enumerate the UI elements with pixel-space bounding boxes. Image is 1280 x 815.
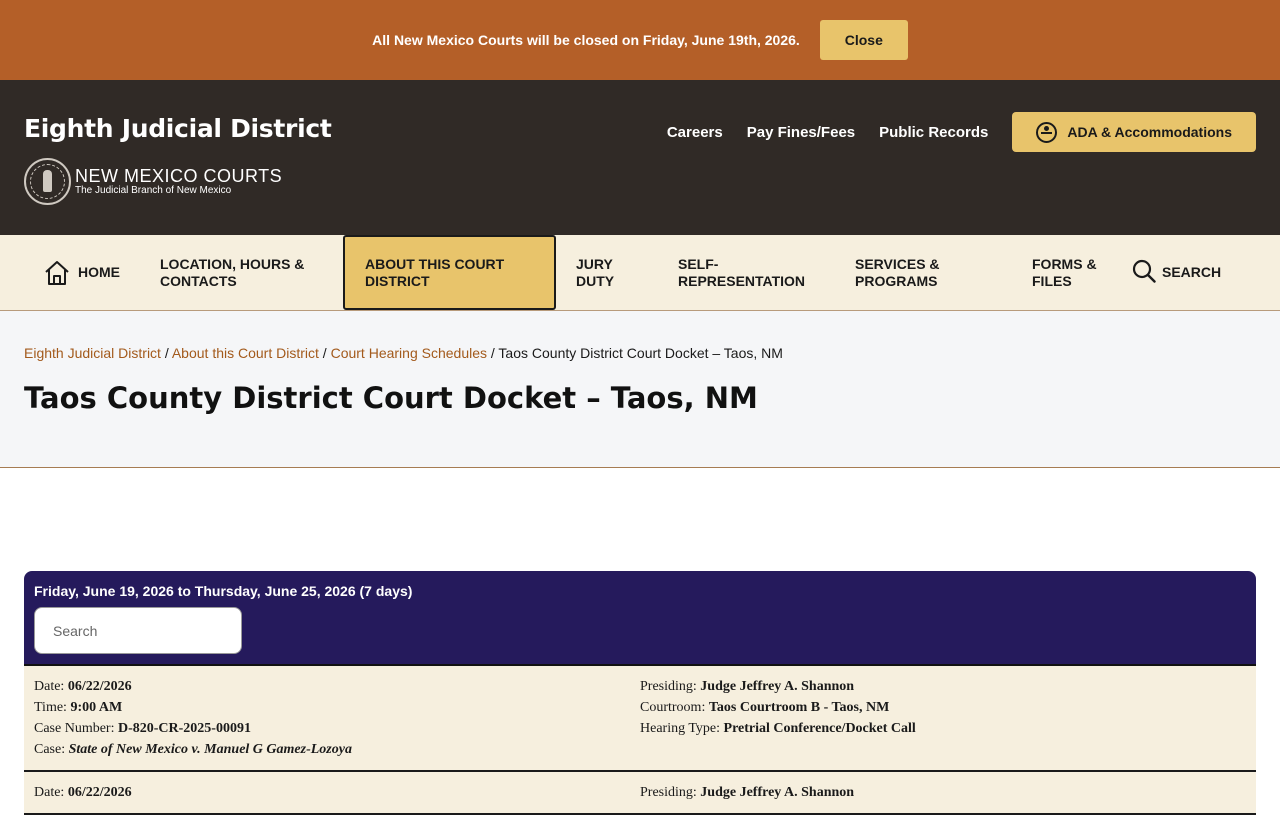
- breadcrumb-link-schedules[interactable]: Court Hearing Schedules: [331, 345, 487, 361]
- breadcrumb-separator: /: [322, 345, 331, 361]
- entry-presiding-judge: Judge Jeffrey A. Shannon: [700, 785, 855, 800]
- ada-accommodations-button[interactable]: ADA & Accommodations: [1012, 112, 1256, 152]
- entry-right-column: Presiding: Judge Jeffrey A. Shannon Cour…: [640, 676, 1246, 760]
- main-nav: HOME LOCATION, HOURS & CONTACTS ABOUT TH…: [0, 235, 1280, 311]
- entry-date: 06/22/2026: [67, 679, 132, 694]
- presiding-label: Presiding:: [640, 679, 697, 694]
- court-seal-icon: [24, 158, 71, 205]
- entry-time: 9:00 AM: [70, 700, 123, 715]
- brand-subtitle: The Judicial Branch of New Mexico: [75, 184, 232, 196]
- breadcrumb: Eighth Judicial District / About this Co…: [24, 345, 1256, 361]
- nav-services-programs[interactable]: SERVICES & PROGRAMS: [835, 235, 1012, 310]
- page-header: Eighth Judicial District / About this Co…: [0, 311, 1280, 468]
- nav-forms-files[interactable]: FORMS & FILES: [1012, 235, 1124, 310]
- case-number-label: Case Number:: [34, 721, 115, 736]
- site-header: Eighth Judicial District NEW MEXICO COUR…: [0, 80, 1280, 235]
- alert-close-button[interactable]: Close: [819, 20, 908, 60]
- site-title[interactable]: Eighth Judicial District: [24, 114, 332, 143]
- careers-link[interactable]: Careers: [667, 124, 723, 141]
- docket-entry: Date: 06/22/2026 Presiding: Judge Jeffre…: [24, 772, 1256, 815]
- date-label: Date:: [34, 679, 65, 694]
- nav-search-label: SEARCH: [1162, 264, 1222, 280]
- nm-courts-logo[interactable]: NEW MEXICO COURTS The Judicial Branch of…: [24, 158, 282, 205]
- entry-case-number: D-820-CR-2025-00091: [117, 721, 251, 736]
- presiding-label: Presiding:: [640, 785, 697, 800]
- nav-jury-duty[interactable]: JURY DUTY: [556, 235, 658, 310]
- breadcrumb-separator: /: [164, 345, 172, 361]
- brand-name: NEW MEXICO COURTS: [75, 165, 283, 186]
- entry-hearing-type: Pretrial Conference/Docket Call: [723, 721, 916, 736]
- courtroom-label: Courtroom:: [640, 700, 706, 715]
- breadcrumb-current: Taos County District Court Docket – Taos…: [498, 345, 783, 361]
- nav-self-representation[interactable]: SELF-REPRESENTATION: [658, 235, 835, 310]
- date-label: Date:: [34, 785, 65, 800]
- entry-case-name: State of New Mexico v. Manuel G Gamez-Lo…: [68, 742, 352, 757]
- accessibility-icon: [1036, 121, 1058, 143]
- docket-search-input[interactable]: [34, 607, 242, 654]
- pay-fines-link[interactable]: Pay Fines/Fees: [747, 124, 855, 141]
- public-records-link[interactable]: Public Records: [879, 124, 988, 141]
- breadcrumb-link-home[interactable]: Eighth Judicial District: [24, 345, 161, 361]
- search-icon: [1132, 259, 1156, 287]
- nav-about-this-court-district[interactable]: ABOUT THIS COURT DISTRICT: [343, 235, 556, 310]
- docket-header: Friday, June 19, 2026 to Thursday, June …: [24, 571, 1256, 666]
- docket-table: Friday, June 19, 2026 to Thursday, June …: [24, 571, 1256, 815]
- nav-home[interactable]: HOME: [24, 235, 140, 310]
- nav-home-label: HOME: [78, 264, 120, 280]
- entry-date: 06/22/2026: [67, 785, 132, 800]
- closure-alert-banner: All New Mexico Courts will be closed on …: [0, 0, 1280, 80]
- ada-label: ADA & Accommodations: [1067, 124, 1232, 140]
- entry-courtroom: Taos Courtroom B - Taos, NM: [708, 700, 890, 715]
- home-icon: [44, 260, 70, 286]
- case-label: Case:: [34, 742, 66, 757]
- entry-presiding-judge: Judge Jeffrey A. Shannon: [700, 679, 855, 694]
- page-title: Taos County District Court Docket – Taos…: [24, 381, 758, 415]
- docket-date-range: Friday, June 19, 2026 to Thursday, June …: [34, 583, 413, 599]
- alert-message: All New Mexico Courts will be closed on …: [372, 32, 800, 48]
- time-label: Time:: [34, 700, 67, 715]
- breadcrumb-link-about[interactable]: About this Court District: [172, 345, 319, 361]
- hearing-type-label: Hearing Type:: [640, 721, 721, 736]
- nav-search-button[interactable]: SEARCH: [1124, 235, 1245, 310]
- header-utility-links: Careers Pay Fines/Fees Public Records AD…: [667, 112, 1256, 152]
- nav-location-hours-contacts[interactable]: LOCATION, HOURS & CONTACTS: [140, 235, 343, 310]
- docket-entry: Date: 06/22/2026 Time: 9:00 AM Case Numb…: [24, 666, 1256, 772]
- entry-left-column: Date: 06/22/2026 Time: 9:00 AM Case Numb…: [34, 676, 640, 760]
